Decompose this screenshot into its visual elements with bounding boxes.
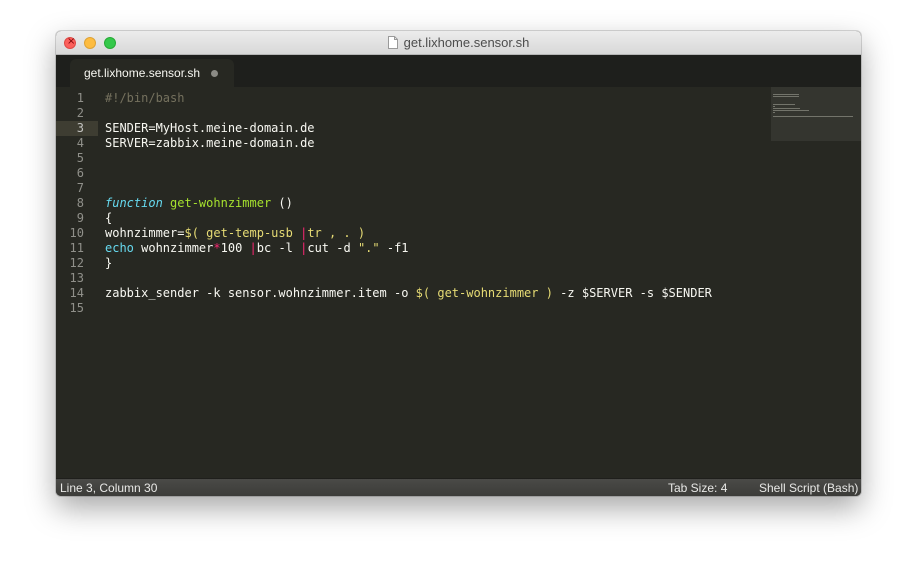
line-number: 6 [76,166,84,180]
code-line[interactable]: 1 #!/bin/bash [56,91,771,106]
line-code: echo wohnzimmer*100 |bc -l |cut -d "." -… [105,241,409,256]
code-token: $( get-wohnzimmer ) [415,286,553,300]
line-number: 11 [69,241,84,255]
minimap-line [773,104,795,105]
line-code: function get-wohnzimmer () [105,196,293,211]
code-line[interactable]: 4 SERVER=zabbix.meine-domain.de [56,136,771,151]
unsaved-dot-icon[interactable] [211,70,218,77]
line-number: 1 [76,91,84,105]
line-number: 3 [76,121,84,135]
minimap[interactable] [771,87,861,141]
line-number: 13 [69,271,84,285]
minimap-line [773,108,800,109]
line-code: } [105,256,112,271]
window-title: get.lixhome.sensor.sh [403,35,530,50]
minimap-line [773,116,853,117]
code-line[interactable]: 3 SENDER=MyHost.meine-domain.de [56,121,771,136]
code-token: -f1 [379,241,409,255]
syntax-selector[interactable]: Shell Script (Bash) [759,479,858,496]
window-title-area: get.lixhome.sensor.sh [56,31,861,54]
code-line[interactable]: 7 [56,181,771,196]
line-code: zabbix_sender -k sensor.wohnzimmer.item … [105,286,712,301]
code-token: () [271,196,293,210]
code-token: wohnzimmer= [105,226,185,240]
code-token: SENDER=MyHost.meine-domain.de [105,121,315,135]
code-token: -z $SERVER -s $SENDER [552,286,712,300]
line-code: SENDER=MyHost.meine-domain.de [105,121,315,136]
line-code: wohnzimmer=$( get-temp-usb |tr , . ) [105,226,365,241]
line-number: 15 [69,301,84,315]
code-token: function [105,196,163,210]
line-number: 14 [69,286,84,300]
line-number: 9 [76,211,84,225]
code-line[interactable]: 11 echo wohnzimmer*100 |bc -l |cut -d "."… [56,241,771,256]
document-icon [387,35,398,49]
minimap-line [773,112,775,113]
minimap-line [773,96,799,97]
editor-window: × get.lixhome.sensor.sh get.lixhome.sens… [56,31,861,496]
cursor-position[interactable]: Line 3, Column 30 [60,479,157,496]
code-token: bc -l [256,241,301,255]
tab-size-selector[interactable]: Tab Size: 4 [668,479,727,496]
line-number: 10 [69,226,84,240]
line-code: SERVER=zabbix.meine-domain.de [105,136,315,151]
code-token: cut -d [307,241,358,255]
code-line[interactable]: 10 wohnzimmer=$( get-temp-usb |tr , . ) [56,226,771,241]
code-token: echo [105,241,134,255]
code-token: wohnzimmer [133,241,214,255]
code-line[interactable]: 5 [56,151,771,166]
code-token: zabbix_sender -k sensor.wohnzimmer.item … [105,286,416,300]
code-line[interactable]: 6 [56,166,771,181]
code-line[interactable]: 9{ [56,211,771,226]
code-token: 100 [220,241,250,255]
code-token: } [105,256,113,270]
line-code: #!/bin/bash [105,91,184,106]
line-number: 7 [76,181,84,195]
line-number: 12 [69,256,84,270]
code-token: "." [357,241,380,255]
code-token: #!/bin/bash [105,91,185,105]
minimap-line [773,106,775,107]
code-token: $( get-temp-usb [184,226,301,240]
tab-label: get.lixhome.sensor.sh [84,66,201,80]
tab-get-lixhome-sensor[interactable]: get.lixhome.sensor.sh [70,59,234,87]
line-number: 5 [76,151,84,165]
status-bar: Line 3, Column 30 Tab Size: 4 Shell Scri… [56,478,861,496]
code-line[interactable]: 2 [56,106,771,121]
code-line[interactable]: 13 [56,271,771,286]
code-line[interactable]: 8 function get-wohnzimmer () [56,196,771,211]
line-number: 8 [76,196,84,210]
code-token: tr , . ) [307,226,366,240]
line-code: { [105,211,112,226]
code-token: | [249,241,257,255]
line-number: 4 [76,136,84,150]
code-editor[interactable]: 1 #!/bin/bash 2 3 SENDER=MyHost.meine-domain… [56,87,861,478]
tab-bar: get.lixhome.sensor.sh [56,55,861,87]
code-line[interactable]: 12} [56,256,771,271]
title-bar[interactable]: × get.lixhome.sensor.sh [56,31,861,55]
code-token: { [105,211,113,225]
minimap-line [773,94,799,95]
minimap-line [773,110,809,111]
code-token: get-wohnzimmer [170,196,272,210]
code-line[interactable]: 15 [56,301,771,316]
code-line[interactable]: 14 zabbix_sender -k sensor.wohnzimmer.ite… [56,286,771,301]
code-token: SERVER=zabbix.meine-domain.de [105,136,315,150]
code-token: * [213,241,221,255]
line-number: 2 [76,106,84,120]
